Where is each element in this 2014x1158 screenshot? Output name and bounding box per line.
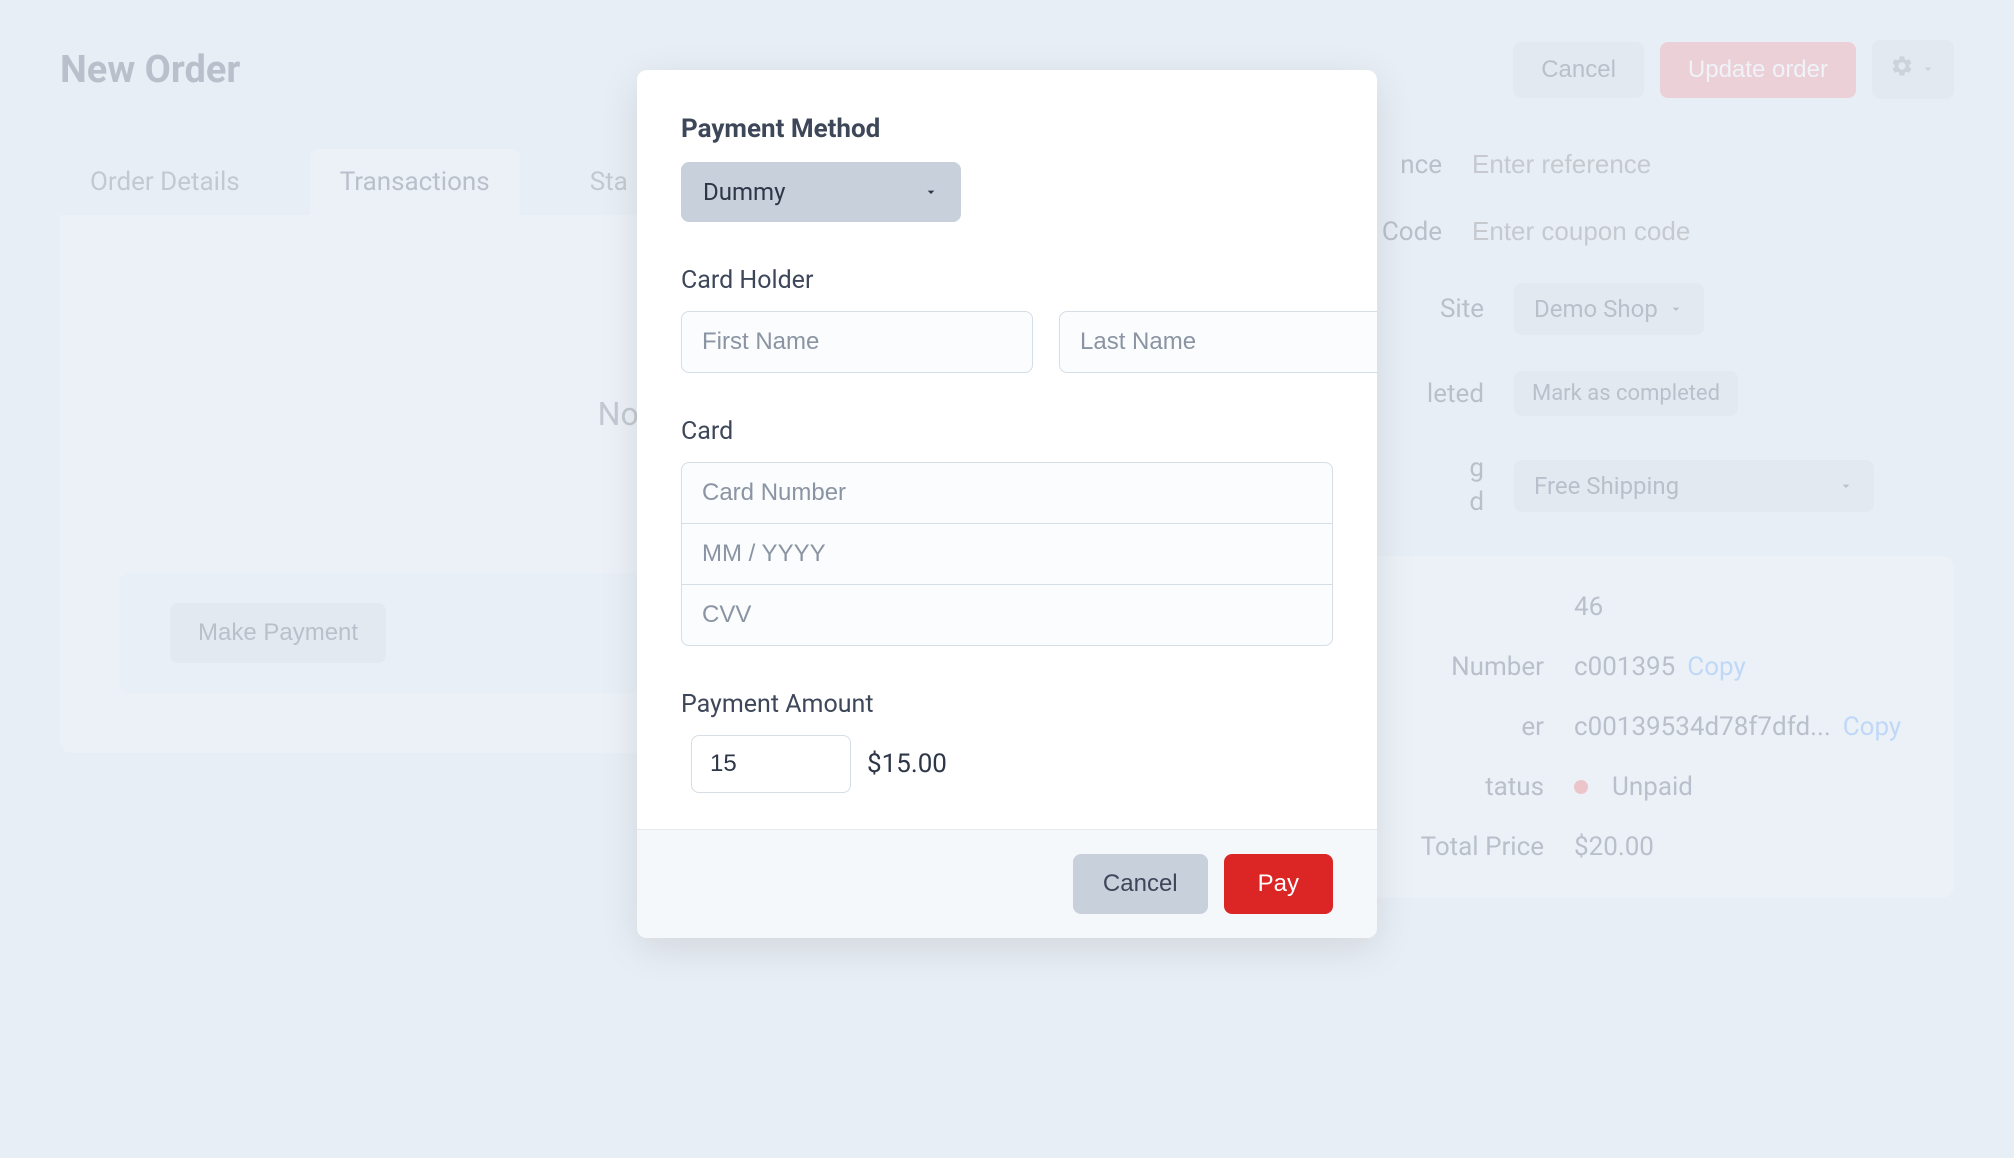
modal-title: Payment Method xyxy=(681,114,1333,144)
payment-amount-display: $15.00 xyxy=(867,749,947,779)
modal-cancel-button[interactable]: Cancel xyxy=(1073,854,1208,914)
card-label: Card xyxy=(681,417,1333,446)
payment-method-select[interactable]: Dummy xyxy=(681,162,961,222)
last-name-input[interactable] xyxy=(1059,311,1377,373)
card-expiry-input[interactable] xyxy=(681,523,1333,585)
card-holder-label: Card Holder xyxy=(681,266,1333,295)
payment-method-value: Dummy xyxy=(703,178,785,206)
first-name-input[interactable] xyxy=(681,311,1033,373)
payment-amount-label: Payment Amount xyxy=(681,690,1333,719)
card-cvv-input[interactable] xyxy=(681,584,1333,646)
chevron-down-icon xyxy=(923,184,939,200)
modal-overlay: Payment Method Dummy Card Holder Card Pa… xyxy=(0,0,2014,1158)
payment-modal: Payment Method Dummy Card Holder Card Pa… xyxy=(637,70,1377,938)
card-number-input[interactable] xyxy=(681,462,1333,524)
modal-pay-button[interactable]: Pay xyxy=(1224,854,1333,914)
payment-amount-input[interactable] xyxy=(691,735,851,793)
